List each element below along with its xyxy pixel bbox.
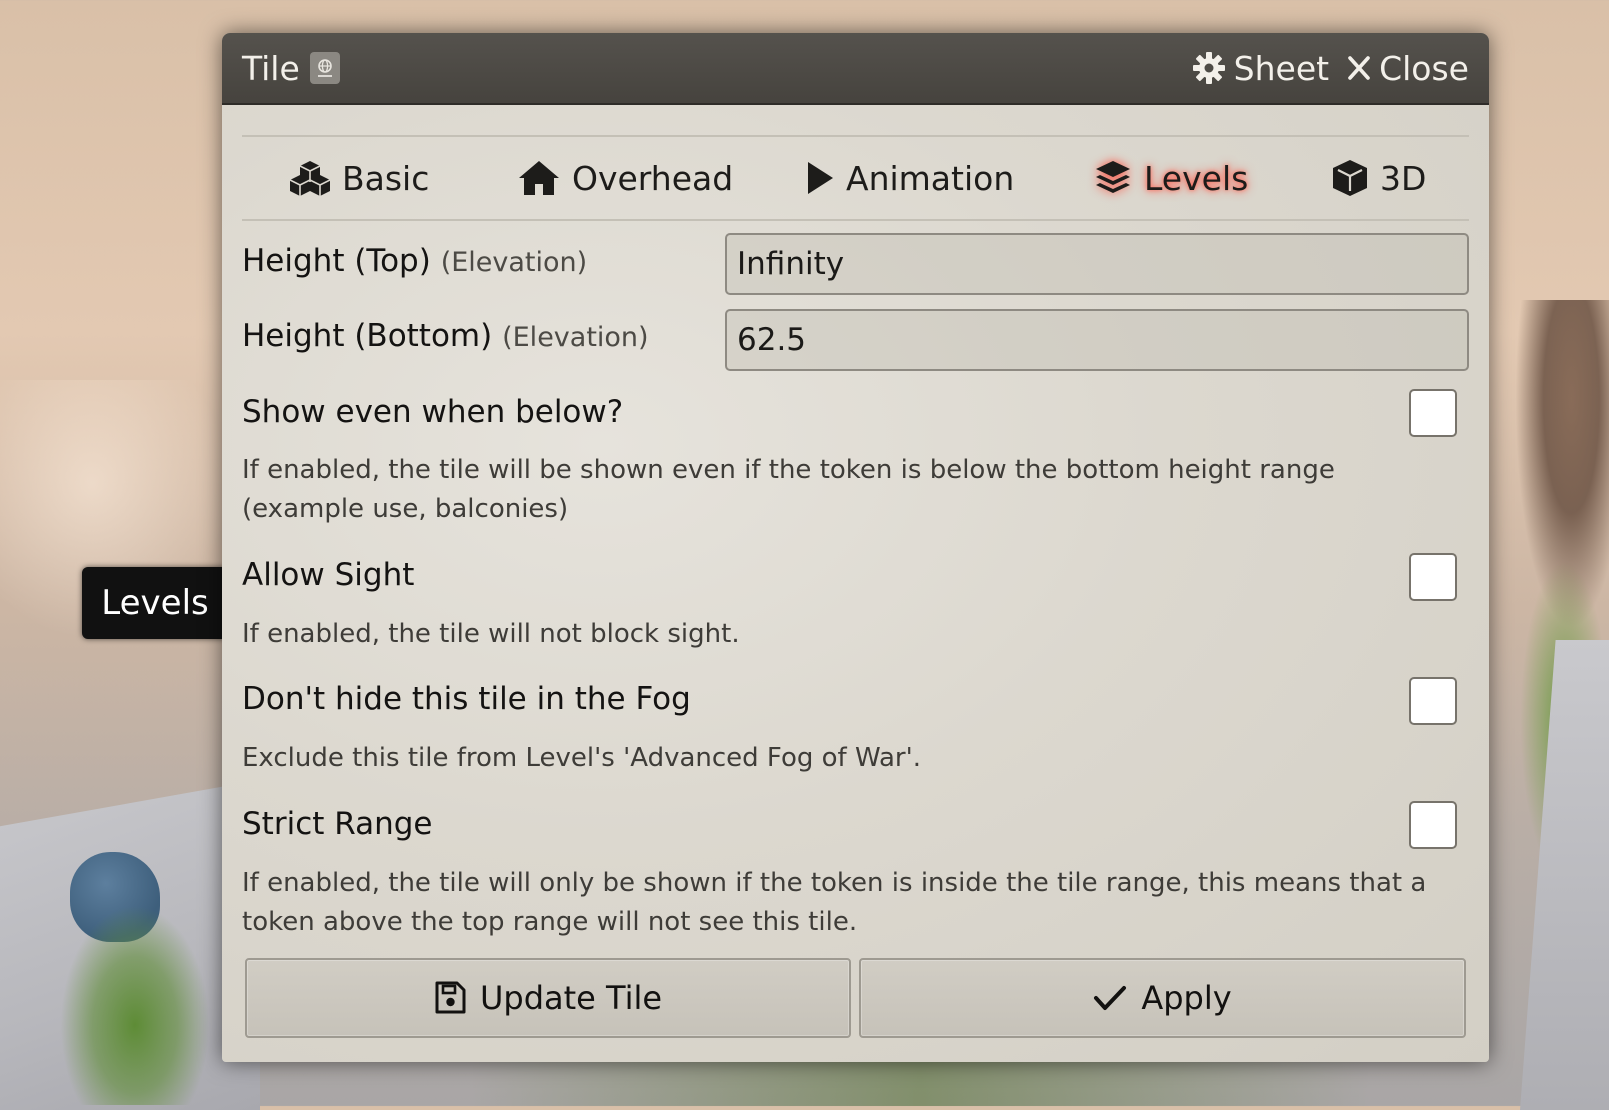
save-icon xyxy=(435,981,466,1014)
strict-range-label: Strict Range xyxy=(242,806,433,842)
window-titlebar[interactable]: Tile Sheet Close xyxy=(222,33,1489,105)
apply-button[interactable]: Apply xyxy=(859,958,1466,1038)
window-title: Tile xyxy=(242,48,300,88)
close-label: Close xyxy=(1379,48,1469,88)
height-bottom-hint: (Elevation) xyxy=(502,322,649,353)
height-top-input[interactable] xyxy=(725,233,1469,295)
height-top-label-text: Height (Top) xyxy=(242,243,431,279)
no-fog-hide-note: Exclude this tile from Level's 'Advanced… xyxy=(242,743,922,773)
cubes-icon xyxy=(290,161,330,196)
tab-animation-label: Animation xyxy=(846,158,1015,198)
tab-3d-label: 3D xyxy=(1380,158,1427,198)
tab-animation[interactable]: Animation xyxy=(806,137,1014,219)
gear-icon xyxy=(1192,52,1225,84)
tab-3d[interactable]: 3D xyxy=(1332,137,1426,219)
background-grass xyxy=(60,905,210,1105)
no-fog-hide-checkbox[interactable] xyxy=(1409,677,1457,725)
allow-sight-label: Allow Sight xyxy=(242,557,415,593)
tab-basic-label: Basic xyxy=(342,158,430,198)
show-below-note: If enabled, the tile will be shown even … xyxy=(242,455,1335,524)
sheet-label: Sheet xyxy=(1233,48,1330,88)
close-icon xyxy=(1348,56,1370,80)
tile-config-window: Tile Sheet Close Basic Overhead Animatio… xyxy=(222,33,1489,1062)
levels-tooltip: Levels xyxy=(82,567,228,639)
cube-icon xyxy=(1333,160,1367,196)
check-icon xyxy=(1094,986,1127,1010)
show-below-checkbox[interactable] xyxy=(1409,389,1457,437)
layer-group-icon xyxy=(1096,161,1130,193)
tab-basic[interactable]: Basic xyxy=(290,137,429,219)
update-tile-label: Update Tile xyxy=(479,979,663,1017)
close-button[interactable]: Close xyxy=(1347,49,1469,88)
allow-sight-checkbox[interactable] xyxy=(1409,553,1457,601)
height-bottom-input[interactable] xyxy=(725,309,1469,371)
play-icon xyxy=(808,162,833,194)
tab-levels[interactable]: Levels xyxy=(1094,137,1248,219)
height-top-label: Height (Top) (Elevation) xyxy=(242,243,587,279)
tab-bar: Basic Overhead Animation Levels 3D xyxy=(242,135,1469,221)
sheet-button[interactable]: Sheet xyxy=(1192,49,1329,88)
tab-overhead[interactable]: Overhead xyxy=(518,137,733,219)
show-below-label: Show even when below? xyxy=(242,394,624,430)
background-grass-bottom xyxy=(470,1062,1370,1106)
allow-sight-note: If enabled, the tile will not block sigh… xyxy=(242,619,740,649)
height-top-hint: (Elevation) xyxy=(440,247,588,278)
strict-range-note: If enabled, the tile will only be shown … xyxy=(242,868,1427,937)
tab-overhead-label: Overhead xyxy=(572,158,734,198)
strict-range-checkbox[interactable] xyxy=(1409,801,1457,849)
apply-label: Apply xyxy=(1141,979,1232,1017)
height-bottom-label-text: Height (Bottom) xyxy=(242,318,493,354)
no-fog-hide-label: Don't hide this tile in the Fog xyxy=(242,681,691,717)
document-id-icon[interactable] xyxy=(309,52,340,84)
height-bottom-label: Height (Bottom) (Elevation) xyxy=(242,318,649,354)
home-icon xyxy=(519,161,559,195)
tab-levels-label: Levels xyxy=(1144,158,1249,198)
update-tile-button[interactable]: Update Tile xyxy=(245,958,851,1038)
